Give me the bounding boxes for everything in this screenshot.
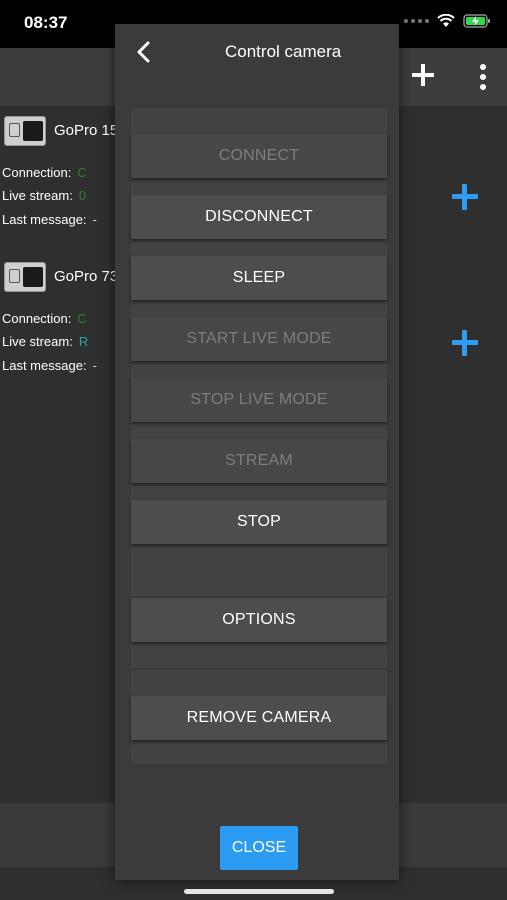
connection-row: Connection: C (2, 311, 87, 326)
dialog-title: Control camera (225, 42, 342, 61)
control-camera-dialog: Control camera CONNECT DISCONNECT SLEEP … (115, 24, 399, 880)
remove-camera-button[interactable]: REMOVE CAMERA (131, 696, 387, 740)
last-message-row: Last message: - (2, 212, 97, 227)
connect-button[interactable]: CONNECT (131, 134, 387, 178)
add-camera-icon[interactable] (410, 62, 436, 88)
connection-value: C (77, 311, 87, 326)
options-button[interactable]: OPTIONS (131, 598, 387, 642)
camera-name: GoPro 15 (54, 122, 119, 139)
live-stream-label: Live stream: (2, 334, 73, 349)
signal-icon (404, 19, 429, 23)
live-stream-label: Live stream: (2, 188, 73, 203)
last-message-value: - (92, 212, 97, 227)
live-stream-value: 0 (78, 188, 87, 203)
connection-label: Connection: (2, 311, 72, 326)
more-options-icon[interactable] (476, 64, 490, 90)
status-icons (404, 14, 491, 28)
last-message-label: Last message: (2, 212, 87, 227)
home-indicator[interactable] (184, 889, 334, 894)
last-message-value: - (92, 358, 97, 373)
gopro-camera-icon (4, 262, 46, 292)
dialog-header: Control camera (115, 24, 399, 80)
camera-name: GoPro 73 (54, 268, 119, 285)
add-icon[interactable] (450, 182, 480, 212)
stop-button[interactable]: STOP (131, 500, 387, 544)
live-stream-value: R (78, 334, 89, 349)
last-message-label: Last message: (2, 358, 87, 373)
add-icon[interactable] (450, 328, 480, 358)
stream-button[interactable]: STREAM (131, 439, 387, 483)
live-stream-row: Live stream: 0 (2, 188, 86, 203)
disconnect-button[interactable]: DISCONNECT (131, 195, 387, 239)
start-live-mode-button[interactable]: START LIVE MODE (131, 317, 387, 361)
status-time: 08:37 (24, 13, 68, 32)
last-message-row: Last message: - (2, 358, 97, 373)
connection-value: C (77, 165, 87, 180)
live-stream-row: Live stream: R (2, 334, 88, 349)
battery-charging-icon (463, 14, 491, 28)
close-button[interactable]: CLOSE (220, 826, 298, 870)
stop-live-mode-button[interactable]: STOP LIVE MODE (131, 378, 387, 422)
connection-label: Connection: (2, 165, 72, 180)
connection-row: Connection: C (2, 165, 87, 180)
gopro-camera-icon (4, 116, 46, 146)
sleep-button[interactable]: SLEEP (131, 256, 387, 300)
wifi-icon (437, 14, 455, 28)
back-arrow-icon[interactable] (133, 40, 155, 64)
